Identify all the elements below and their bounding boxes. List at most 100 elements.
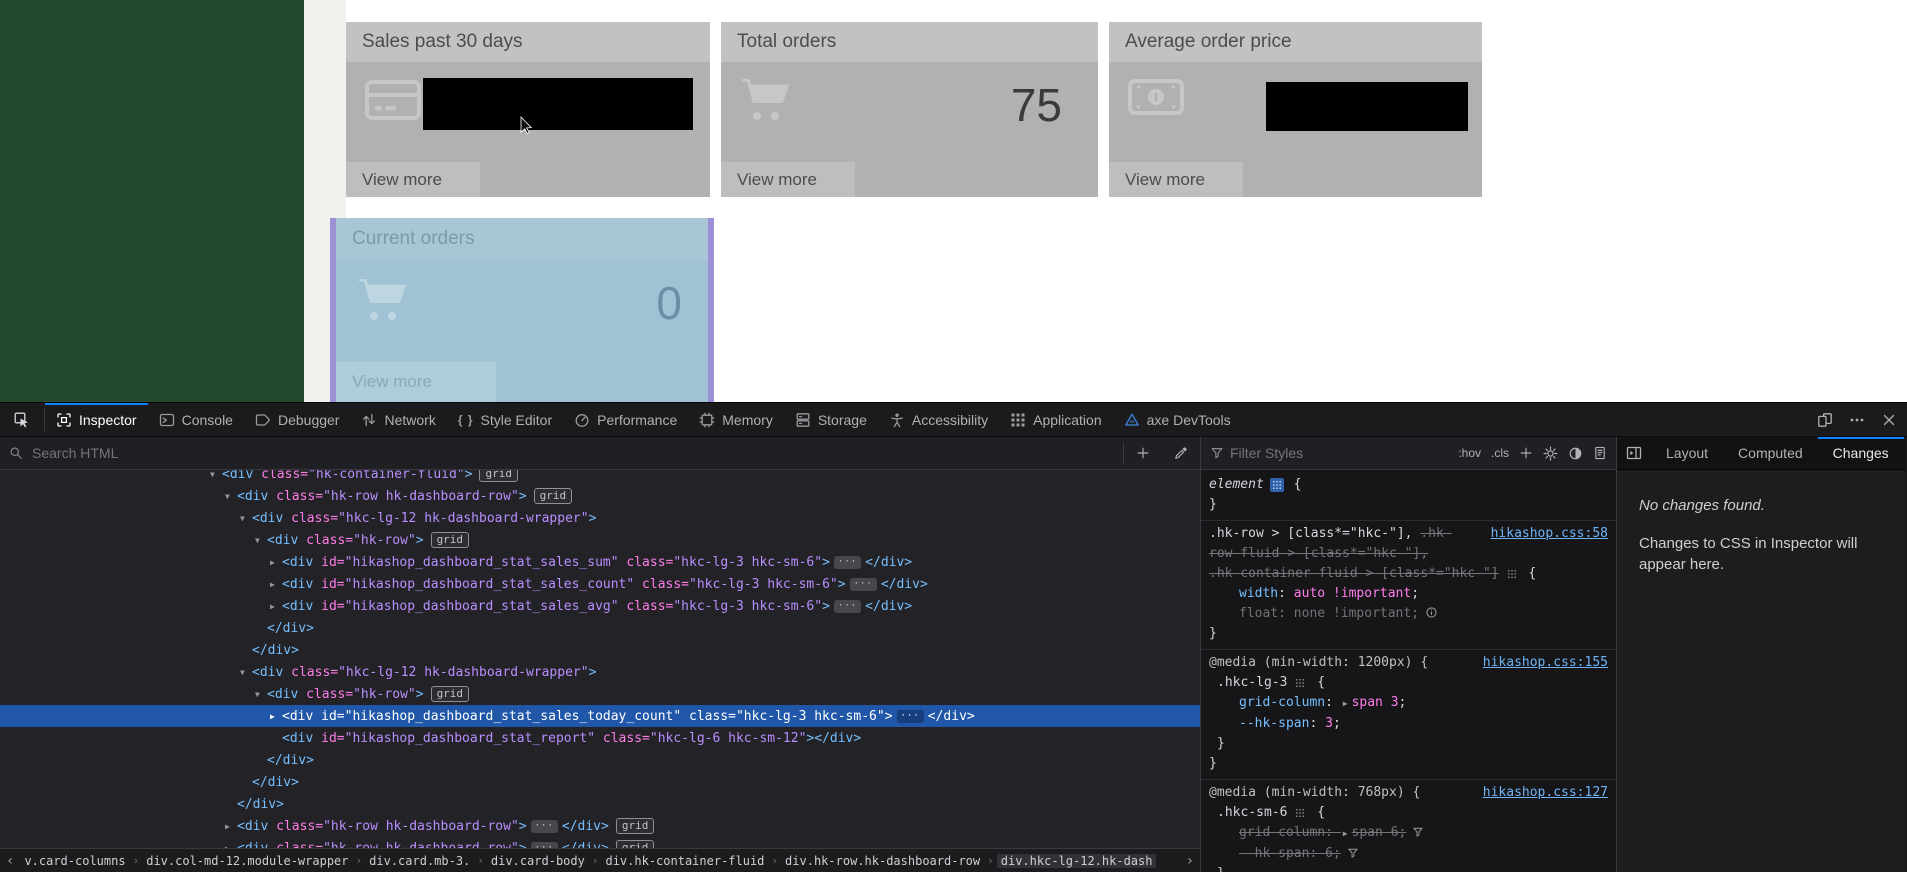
tree-node[interactable]: ▼<div class="hkc-lg-12 hk-dashboard-wrap… <box>0 661 1200 683</box>
grid-toggle-icon[interactable] <box>1505 567 1519 581</box>
grid-toggle-icon[interactable] <box>1293 676 1307 690</box>
tab-accessibility[interactable]: Accessibility <box>878 403 999 436</box>
overridden-filter-icon[interactable] <box>1347 847 1359 859</box>
responsive-design-mode-button[interactable] <box>1809 403 1841 436</box>
tree-node[interactable]: ▶<div id="hikashop_dashboard_stat_sales_… <box>0 551 1200 573</box>
breadcrumb-item[interactable]: div.hkc-lg-12.hk-dash <box>997 854 1157 868</box>
collapse-arrow-icon[interactable]: ▼ <box>255 690 267 699</box>
tree-node[interactable]: ▶<div id="hikashop_dashboard_stat_sales_… <box>0 595 1200 617</box>
collapsed-content-badge[interactable]: ··· <box>834 600 861 613</box>
collapsed-content-badge[interactable]: ··· <box>850 578 877 591</box>
grid-badge[interactable]: grid <box>479 470 518 482</box>
breadcrumb-item[interactable]: div.col-md-12.module-wrapper <box>142 854 352 868</box>
grid-toggle-icon-active[interactable] <box>1270 478 1284 492</box>
tree-node[interactable]: ▼<div class="hk-row">grid <box>0 683 1200 705</box>
class-panel-button[interactable]: .cls <box>1486 446 1514 460</box>
tree-node[interactable]: </div> <box>0 749 1200 771</box>
search-icon <box>9 446 23 460</box>
view-more-link[interactable]: View more <box>1109 162 1243 197</box>
sidebar-toggle-icon[interactable] <box>1617 437 1651 469</box>
tree-node[interactable]: ▼<div class="hkc-lg-12 hk-dashboard-wrap… <box>0 507 1200 529</box>
inspector-markup-pane: ▼<div class="hk-container-fluid">grid▼<d… <box>0 437 1201 872</box>
add-rule-button[interactable] <box>1514 446 1538 460</box>
tab-performance[interactable]: Performance <box>563 403 688 436</box>
tab-debugger[interactable]: Debugger <box>244 403 351 436</box>
collapse-arrow-icon[interactable]: ▼ <box>210 470 222 479</box>
light-scheme-icon[interactable] <box>1538 446 1563 461</box>
tab-axe-devtools[interactable]: axaxe DevTools <box>1113 403 1242 436</box>
tree-node[interactable]: ▶<div class="hk-row hk-dashboard-row">··… <box>0 837 1200 848</box>
tab-style-editor[interactable]: { }Style Editor <box>447 403 563 436</box>
collapse-arrow-icon[interactable]: ▼ <box>240 668 252 677</box>
tab-network[interactable]: Network <box>350 403 446 436</box>
dark-scheme-icon[interactable] <box>1563 446 1588 461</box>
credit-card-icon <box>364 76 422 122</box>
collapsed-content-badge[interactable]: ··· <box>531 820 558 833</box>
breadcrumb-item[interactable]: div.card.mb-3. <box>365 854 474 868</box>
tab-storage[interactable]: Storage <box>784 403 878 436</box>
css-rules-pane: Filter Styles :hov .cls element {}hikash… <box>1201 437 1617 872</box>
grid-badge[interactable]: grid <box>431 686 470 702</box>
collapse-arrow-icon[interactable]: ▼ <box>225 492 237 501</box>
expand-arrow-icon[interactable]: ▶ <box>270 602 282 611</box>
tree-node[interactable]: ▼<div class="hk-row hk-dashboard-row">gr… <box>0 485 1200 507</box>
view-more-link[interactable]: View more <box>721 162 855 197</box>
breadcrumb-scroll-right-icon[interactable]: › <box>1180 853 1200 869</box>
view-more-link[interactable]: View more <box>336 362 496 402</box>
tree-node[interactable]: <div id="hikashop_dashboard_stat_report"… <box>0 727 1200 749</box>
breadcrumb-item[interactable]: div.card-body <box>487 854 589 868</box>
collapsed-content-badge[interactable]: ··· <box>834 556 861 569</box>
grid-badge[interactable]: grid <box>534 488 573 504</box>
devtools-menu-button[interactable] <box>1841 403 1873 436</box>
grid-badge[interactable]: grid <box>616 818 655 834</box>
tab-memory[interactable]: Memory <box>688 403 784 436</box>
tree-node[interactable]: </div> <box>0 793 1200 815</box>
admin-sidebar[interactable] <box>0 0 304 402</box>
tree-node[interactable]: ▼<div class="hk-row">grid <box>0 529 1200 551</box>
overridden-filter-icon[interactable] <box>1412 826 1424 838</box>
tab-computed[interactable]: Computed <box>1723 437 1818 469</box>
close-devtools-button[interactable] <box>1873 403 1905 436</box>
collapse-arrow-icon[interactable]: ▼ <box>255 536 267 545</box>
tab-changes[interactable]: Changes <box>1818 437 1904 469</box>
expand-arrow-icon[interactable]: ▶ <box>270 580 282 589</box>
eyedropper-button[interactable] <box>1162 446 1200 460</box>
expand-computed-icon[interactable]: ▶ <box>1343 824 1348 844</box>
breadcrumb-item[interactable]: v.card-columns <box>20 854 129 868</box>
tree-node-selected[interactable]: ▶<div id="hikashop_dashboard_stat_sales_… <box>0 705 1200 727</box>
tree-node[interactable]: </div> <box>0 771 1200 793</box>
tree-node[interactable]: ▶<div id="hikashop_dashboard_stat_sales_… <box>0 573 1200 595</box>
stylesheet-link[interactable]: hikashop.css:58 <box>1491 524 1608 544</box>
print-simulation-icon[interactable] <box>1588 446 1616 460</box>
breadcrumb-item[interactable]: div.hk-container-fluid <box>601 854 768 868</box>
collapsed-content-badge[interactable]: ··· <box>897 710 924 723</box>
tab-application[interactable]: Application <box>999 403 1113 436</box>
expand-arrow-icon[interactable]: ▶ <box>225 822 237 831</box>
expand-arrow-icon[interactable]: ▶ <box>270 712 282 721</box>
tree-node[interactable]: </div> <box>0 617 1200 639</box>
grid-toggle-icon[interactable] <box>1293 806 1307 820</box>
pick-element-button[interactable] <box>0 403 44 436</box>
tree-node[interactable]: ▶<div class="hk-row hk-dashboard-row">··… <box>0 815 1200 837</box>
inactive-css-info-icon[interactable] <box>1425 606 1438 619</box>
breadcrumb-scroll-left-icon[interactable]: ‹ <box>0 853 20 869</box>
tab-inspector[interactable]: Inspector <box>45 403 148 436</box>
stylesheet-link[interactable]: hikashop.css:127 <box>1483 783 1608 803</box>
filter-styles-input[interactable]: Filter Styles <box>1230 445 1453 461</box>
grid-badge[interactable]: grid <box>616 840 655 848</box>
tree-node[interactable]: </div> <box>0 639 1200 661</box>
expand-computed-icon[interactable]: ▶ <box>1343 694 1348 714</box>
storage-icon <box>795 412 811 428</box>
view-more-link[interactable]: View more <box>346 162 480 197</box>
stylesheet-link[interactable]: hikashop.css:155 <box>1483 653 1608 673</box>
tab-layout[interactable]: Layout <box>1651 437 1723 469</box>
pseudo-class-button[interactable]: :hov <box>1453 446 1486 460</box>
add-node-button[interactable] <box>1124 446 1162 460</box>
search-html-input[interactable] <box>30 444 1123 462</box>
breadcrumb-item[interactable]: div.hk-row.hk-dashboard-row <box>781 854 984 868</box>
tab-console[interactable]: Console <box>148 403 244 436</box>
expand-arrow-icon[interactable]: ▶ <box>270 558 282 567</box>
grid-badge[interactable]: grid <box>431 532 470 548</box>
collapse-arrow-icon[interactable]: ▼ <box>240 514 252 523</box>
tree-node[interactable]: ▼<div class="hk-container-fluid">grid <box>0 470 1200 485</box>
